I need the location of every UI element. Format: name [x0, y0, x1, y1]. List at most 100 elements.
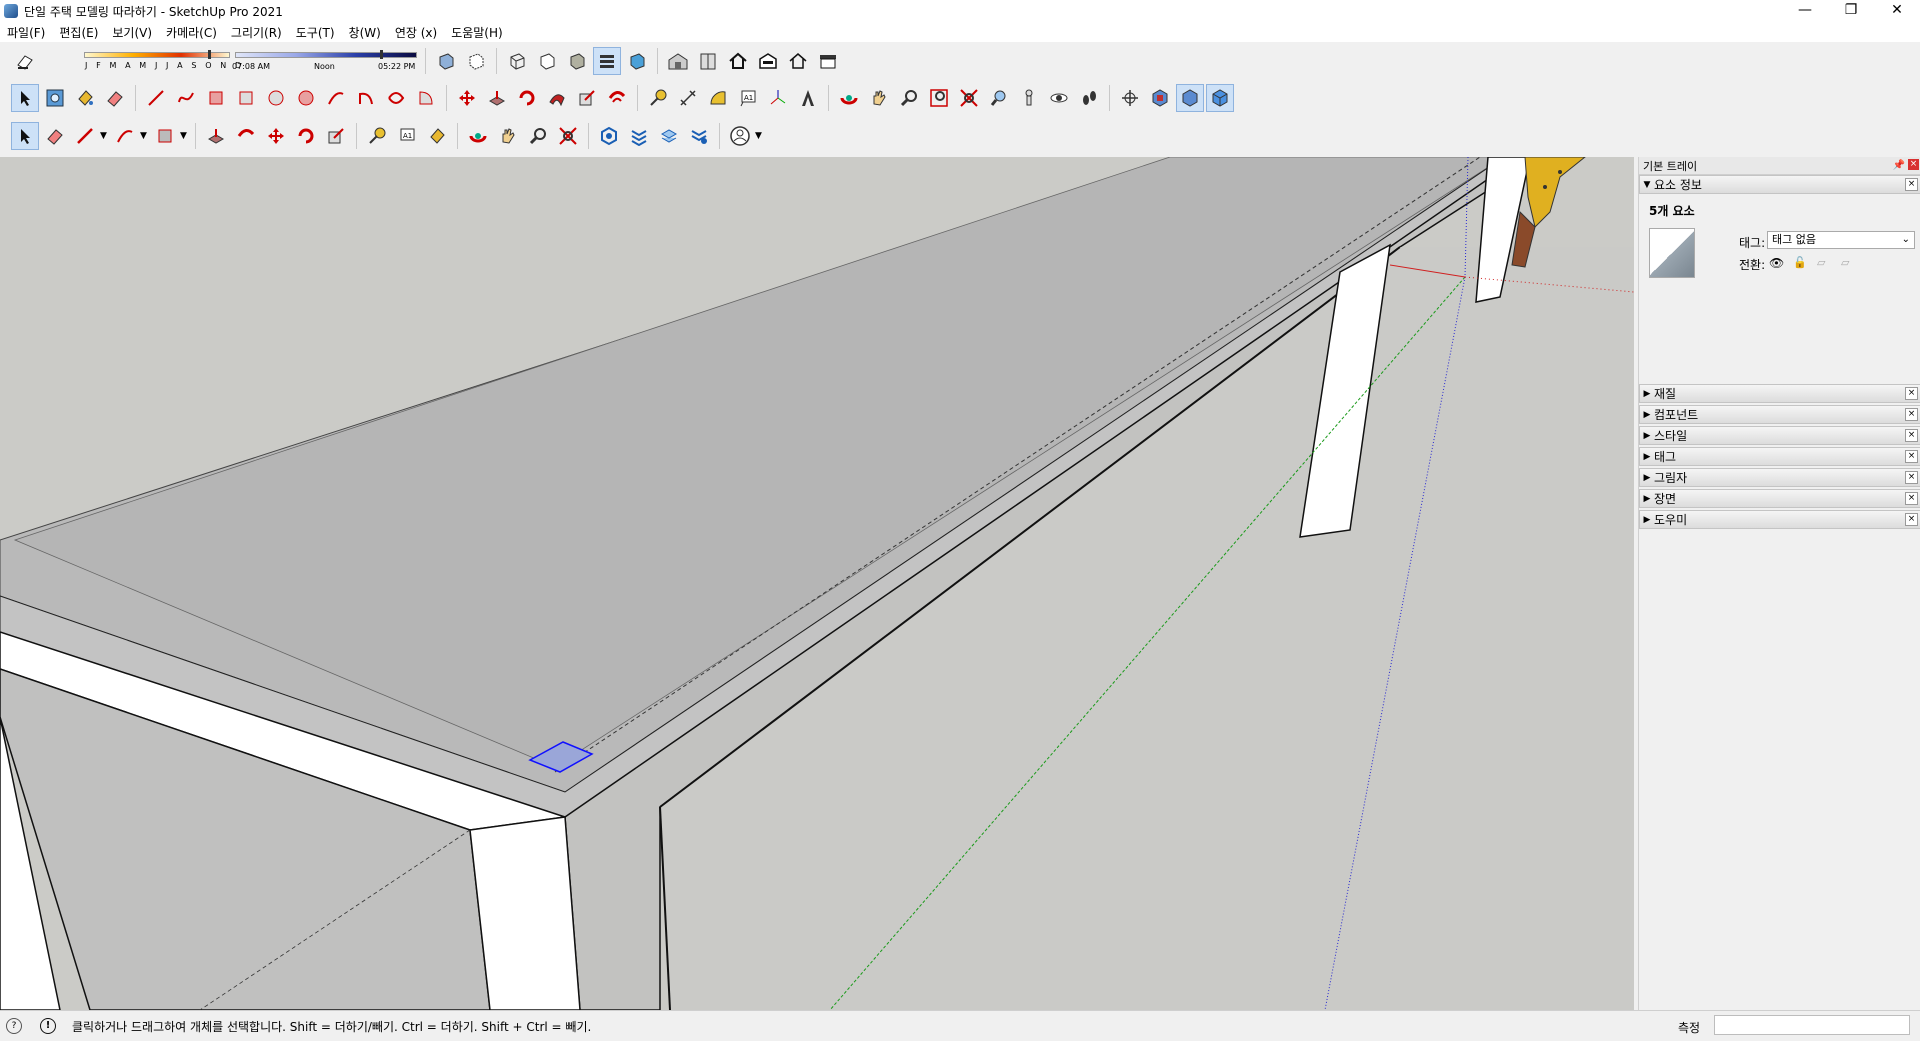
arc-large-icon[interactable] [111, 122, 139, 150]
move-tool-icon[interactable] [453, 84, 481, 112]
push-pull-large-icon[interactable] [202, 122, 230, 150]
panel-close-icon[interactable]: × [1905, 429, 1918, 442]
warehouse-3d-icon[interactable] [595, 122, 623, 150]
layout-send-icon[interactable] [655, 122, 683, 150]
zoom-window-icon[interactable] [925, 84, 953, 112]
panel-close-icon[interactable]: × [1905, 450, 1918, 463]
drawing-viewport[interactable] [0, 157, 1634, 1010]
three-point-arc-icon[interactable] [382, 84, 410, 112]
share-model-icon[interactable] [694, 47, 722, 75]
menu-file[interactable]: 파일(F) [0, 24, 52, 41]
scale-large-icon[interactable] [322, 122, 350, 150]
panel-close-icon[interactable]: × [1905, 471, 1918, 484]
panel-close-icon[interactable]: × [1905, 513, 1918, 526]
entity-info-panel-header[interactable]: ▼ 요소 정보 × [1639, 175, 1920, 194]
select-tool-icon[interactable] [11, 84, 39, 112]
menu-tools[interactable]: 도구(T) [289, 24, 342, 41]
zoom-large-icon[interactable] [524, 122, 552, 150]
panel-close-icon[interactable]: × [1905, 387, 1918, 400]
extension-warehouse-large-icon[interactable] [625, 122, 653, 150]
eraser-shadow-icon[interactable] [11, 47, 39, 75]
measurements-input[interactable] [1714, 1015, 1910, 1035]
shaded-textures-style-icon[interactable] [593, 47, 621, 75]
text-tool-icon[interactable]: A1 [734, 84, 762, 112]
home-view-icon[interactable] [724, 47, 752, 75]
shape-large-icon[interactable] [151, 122, 179, 150]
tape-measure-icon[interactable] [644, 84, 672, 112]
instructor-panel-header[interactable]: ▶ 도우미 × [1639, 510, 1920, 529]
zoom-extents-icon[interactable] [955, 84, 983, 112]
menu-camera[interactable]: 카메라(C) [159, 24, 224, 41]
restore-button[interactable]: ❐ [1828, 0, 1874, 22]
circle-tool-icon[interactable] [262, 84, 290, 112]
hidden-line-style-icon[interactable] [533, 47, 561, 75]
rotate-tool-icon[interactable] [513, 84, 541, 112]
tags-panel-header[interactable]: ▶ 태그 × [1639, 447, 1920, 466]
shaded-style-icon[interactable] [563, 47, 591, 75]
store-icon[interactable] [814, 47, 842, 75]
follow-me-icon[interactable] [543, 84, 571, 112]
close-button[interactable]: ✕ [1874, 0, 1920, 22]
rectangle-tool-icon[interactable] [202, 84, 230, 112]
styles-panel-header[interactable]: ▶ 스타일 × [1639, 426, 1920, 445]
scenes-panel-header[interactable]: ▶ 장면 × [1639, 489, 1920, 508]
back-edges-style-icon[interactable] [462, 47, 490, 75]
zoom-tool-icon[interactable] [895, 84, 923, 112]
visible-eye-icon[interactable]: 👁 [1769, 256, 1784, 270]
display-section-planes-icon[interactable] [1146, 84, 1174, 112]
walk-tool-icon[interactable] [1075, 84, 1103, 112]
position-camera-icon[interactable] [1015, 84, 1043, 112]
user-account-icon[interactable] [726, 122, 754, 150]
paint-bucket-large-icon[interactable] [423, 122, 451, 150]
menu-window[interactable]: 창(W) [342, 24, 388, 41]
previous-view-icon[interactable] [985, 84, 1013, 112]
paint-bucket-icon[interactable] [71, 84, 99, 112]
scale-tool-icon[interactable] [573, 84, 601, 112]
protractor-icon[interactable] [704, 84, 732, 112]
monochrome-style-icon[interactable] [623, 47, 651, 75]
date-slider-handle[interactable] [208, 50, 211, 59]
geo-location-icon[interactable]: ? [6, 1018, 22, 1034]
panel-close-icon[interactable]: × [1905, 178, 1918, 191]
menu-edit[interactable]: 편집(E) [52, 24, 105, 41]
display-section-cuts-icon[interactable] [1176, 84, 1204, 112]
eraser-tool-icon[interactable] [101, 84, 129, 112]
receive-shadows-icon[interactable]: ▱ [1817, 256, 1825, 269]
offset-tool-icon[interactable] [603, 84, 631, 112]
components-panel-header[interactable]: ▶ 컴포넌트 × [1639, 405, 1920, 424]
lock-icon[interactable]: 🔓 [1793, 256, 1807, 269]
tray-close-icon[interactable]: × [1908, 159, 1919, 170]
cast-shadows-icon[interactable]: ▱ [1841, 256, 1849, 269]
orbit-large-icon[interactable] [464, 122, 492, 150]
arc-dropdown-icon[interactable]: ▼ [140, 131, 150, 141]
section-plane-icon[interactable] [1116, 84, 1144, 112]
polygon-tool-icon[interactable] [292, 84, 320, 112]
line-large-icon[interactable] [71, 122, 99, 150]
select-tool-large-icon[interactable] [11, 122, 39, 150]
freehand-tool-icon[interactable] [172, 84, 200, 112]
tape-measure-large-icon[interactable] [363, 122, 391, 150]
axes-tool-icon[interactable] [764, 84, 792, 112]
line-tool-icon[interactable] [142, 84, 170, 112]
3d-text-icon[interactable] [794, 84, 822, 112]
look-around-icon[interactable] [1045, 84, 1073, 112]
push-pull-icon[interactable] [483, 84, 511, 112]
line-dropdown-icon[interactable]: ▼ [100, 131, 110, 141]
panel-close-icon[interactable]: × [1905, 492, 1918, 505]
panel-close-icon[interactable]: × [1905, 408, 1918, 421]
menu-draw[interactable]: 그리기(R) [224, 24, 289, 41]
offset-large-icon[interactable] [232, 122, 260, 150]
entity-material-swatch[interactable] [1649, 228, 1695, 278]
extension-manager-icon[interactable] [685, 122, 713, 150]
shape-dropdown-icon[interactable]: ▼ [180, 131, 190, 141]
time-slider-handle[interactable] [380, 50, 383, 59]
house-outline-icon[interactable] [784, 47, 812, 75]
xray-style-icon[interactable] [432, 47, 460, 75]
move-large-icon[interactable] [262, 122, 290, 150]
info-icon[interactable]: ! [40, 1018, 56, 1034]
pan-tool-icon[interactable] [865, 84, 893, 112]
tag-select[interactable]: 태그 없음 ⌄ [1767, 231, 1915, 249]
make-component-icon[interactable] [41, 84, 69, 112]
account-dropdown-icon[interactable]: ▼ [755, 131, 765, 141]
warehouse-icon[interactable] [664, 47, 692, 75]
